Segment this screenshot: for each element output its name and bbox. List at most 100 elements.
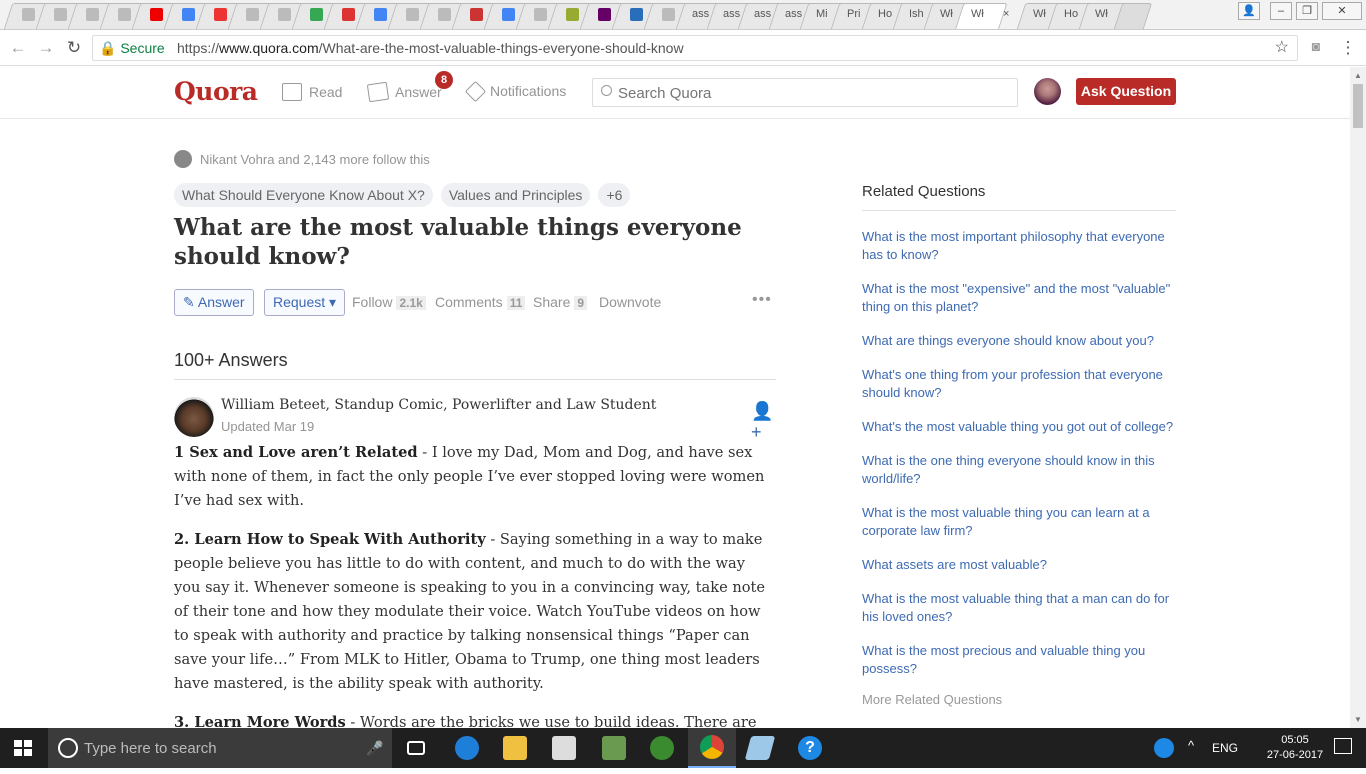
evernote-icon[interactable] (590, 728, 638, 768)
more-options-icon[interactable]: ••• (752, 291, 772, 309)
tab-label: Wł (1095, 8, 1108, 20)
url-host: www.quora.com (219, 40, 319, 56)
related-question-link[interactable]: What is the most valuable thing that a m… (862, 590, 1176, 626)
action-center-icon[interactable] (1334, 738, 1352, 754)
clock-time: 05:05 (1281, 734, 1309, 746)
read-icon (282, 83, 302, 101)
related-question-link[interactable]: What is the one thing everyone should kn… (862, 452, 1176, 488)
comments-button[interactable]: Comments 11 (435, 294, 526, 310)
follow-button[interactable]: Follow 2.1k (352, 294, 426, 310)
tab-favicon-icon (406, 8, 419, 21)
address-bar[interactable]: 🔒 Secure https://www.quora.com/What-are-… (92, 35, 1298, 61)
secure-indicator[interactable]: 🔒 Secure (99, 36, 165, 60)
scrollbar-thumb[interactable] (1353, 84, 1363, 128)
chrome-icon[interactable] (688, 728, 736, 768)
related-question-link[interactable]: What assets are most valuable? (862, 556, 1176, 574)
share-count: 9 (574, 296, 588, 310)
tab-favicon-icon (246, 8, 259, 21)
answer-button[interactable]: ✎ Answer (174, 289, 254, 316)
profile-button[interactable]: 👤 (1238, 2, 1260, 20)
nav-notifications[interactable]: Notifications (464, 80, 567, 102)
request-button[interactable]: Request ▾ (264, 289, 346, 316)
tab-favicon-icon (86, 8, 99, 21)
related-question-link[interactable]: What's one thing from your profession th… (862, 366, 1176, 402)
page-scrollbar[interactable]: ▲ ▼ (1350, 67, 1366, 728)
scroll-down-icon[interactable]: ▼ (1354, 715, 1362, 724)
share-button[interactable]: Share 9 (533, 294, 588, 310)
divider (174, 379, 776, 380)
close-window-button[interactable]: ✕ (1322, 2, 1362, 20)
author-credential[interactable]: William Beteet, Standup Comic, Powerlift… (221, 397, 656, 413)
close-tab-icon[interactable]: × (1003, 8, 1013, 20)
windows-start-icon[interactable] (14, 740, 32, 756)
comments-label: Comments (435, 294, 503, 310)
related-question-link[interactable]: What are things everyone should know abo… (862, 332, 1176, 350)
related-question-link[interactable]: What's the most valuable thing you got o… (862, 418, 1176, 436)
quora-header: Quora Read Answer 8 Notifications Ask Qu… (0, 67, 1350, 119)
browser-tab-strip: ass ass ass ass Mi Pri Ho Ish Wł Wł × Wł Ho Wł (0, 0, 1366, 30)
tab-favicon-icon (118, 8, 131, 21)
back-icon[interactable]: ← (8, 38, 28, 58)
related-question-link[interactable]: What is the most "expensive" and the mos… (862, 280, 1176, 316)
taskbar-clock[interactable]: 05:05 27-06-2017 (1260, 733, 1330, 763)
tab-favicon-icon (278, 8, 291, 21)
more-topics-tag[interactable]: +6 (598, 183, 631, 207)
follow-author-icon[interactable]: 👤+ (751, 401, 776, 443)
follow-label: Follow (352, 294, 393, 310)
topic-tag[interactable]: Values and Principles (440, 183, 591, 207)
nav-read[interactable]: Read (282, 83, 342, 101)
microphone-icon[interactable]: 🎤 (366, 740, 383, 757)
related-question-link[interactable]: What is the most valuable thing you can … (862, 504, 1176, 540)
nav-answer-label: Answer (395, 84, 442, 100)
nav-answer[interactable]: Answer (366, 81, 442, 103)
question-actions: ✎ Answer Request ▾ Follow 2.1k Comments 11… (174, 289, 774, 317)
maximize-button[interactable]: ❐ (1296, 2, 1318, 20)
chrome-menu-icon[interactable]: ⋮ (1338, 38, 1358, 58)
search-box[interactable] (592, 78, 1018, 107)
bookmark-star-icon[interactable]: ☆ (1275, 36, 1289, 60)
tab-label: Wł (971, 8, 984, 20)
language-indicator[interactable]: ENG (1212, 741, 1238, 755)
follower-avatar (174, 150, 192, 168)
tray-help-icon[interactable] (1154, 738, 1174, 758)
follow-count: 2.1k (396, 296, 426, 310)
ask-question-button[interactable]: Ask Question (1076, 78, 1176, 105)
related-question-link[interactable]: What is the most important philosophy th… (862, 228, 1176, 264)
task-view-icon[interactable] (392, 728, 440, 768)
tripadvisor-icon[interactable] (638, 728, 686, 768)
taskbar-search[interactable]: Type here to search 🎤 (48, 728, 392, 768)
related-question-link[interactable]: What is the most precious and valuable t… (862, 642, 1176, 678)
store-icon[interactable] (540, 728, 588, 768)
related-questions-list: What is the most important philosophy th… (862, 228, 1176, 678)
browser-toolbar: ← → ↻ 🔒 Secure https://www.quora.com/Wha… (0, 30, 1366, 66)
tab-favicon-icon (214, 8, 227, 21)
camera-icon[interactable]: ◙ (1306, 38, 1326, 54)
comments-count: 11 (506, 296, 526, 310)
question-title: What are the most valuable things everyo… (174, 214, 742, 270)
secure-label: Secure (120, 40, 165, 56)
tab-favicon-icon (662, 8, 675, 21)
user-avatar[interactable] (1034, 78, 1061, 105)
tray-chevron-up-icon[interactable]: ^ (1188, 738, 1194, 753)
paragraph-text: - Saying something in a way to make peop… (174, 531, 766, 692)
help-icon[interactable]: ? (786, 728, 834, 768)
topic-tag[interactable]: What Should Everyone Know About X? (174, 183, 433, 207)
clock-date: 27-06-2017 (1266, 749, 1324, 761)
author-avatar[interactable] (174, 397, 214, 437)
edge-icon[interactable] (443, 728, 491, 768)
reload-icon[interactable]: ↻ (64, 38, 84, 58)
answer-date[interactable]: Updated Mar 19 (221, 419, 314, 434)
downvote-button[interactable]: Downvote (599, 294, 661, 310)
scroll-up-icon[interactable]: ▲ (1354, 71, 1362, 80)
taskbar-search-placeholder: Type here to search (84, 740, 217, 757)
notepad-icon[interactable] (736, 728, 784, 768)
related-questions-title: Related Questions (862, 183, 1176, 211)
quora-logo[interactable]: Quora (174, 77, 258, 106)
minimize-button[interactable]: – (1270, 2, 1292, 20)
file-explorer-icon[interactable] (491, 728, 539, 768)
nav-notifications-label: Notifications (490, 83, 567, 99)
more-related-questions-link[interactable]: More Related Questions (862, 692, 1176, 707)
paragraph-heading: 2. Learn How to Speak With Authority (174, 531, 486, 548)
forward-icon[interactable]: → (36, 38, 56, 58)
search-input[interactable] (618, 82, 1008, 104)
